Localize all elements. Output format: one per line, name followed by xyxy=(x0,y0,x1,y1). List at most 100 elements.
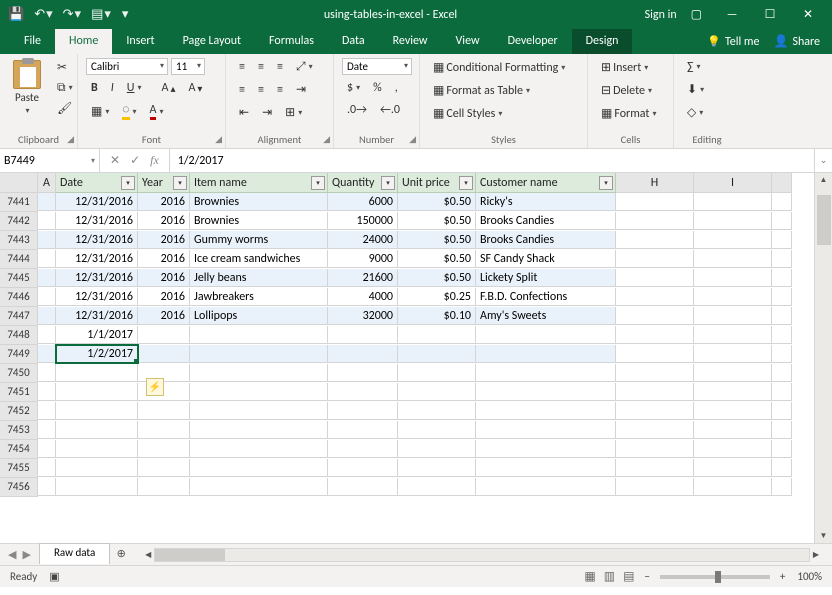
row-header[interactable]: 7448 xyxy=(0,326,38,345)
cell[interactable] xyxy=(694,269,772,287)
cell[interactable]: 12/31/2016 xyxy=(56,269,138,287)
cell[interactable]: 2016 xyxy=(138,212,190,230)
number-format-select[interactable]: Date xyxy=(342,58,412,75)
cell[interactable] xyxy=(476,326,616,344)
font-color-button[interactable]: A▾ xyxy=(145,101,169,122)
cell[interactable]: 2016 xyxy=(138,250,190,268)
cell[interactable] xyxy=(476,440,616,458)
increase-indent-button[interactable]: ⇥ xyxy=(257,103,277,122)
cell[interactable]: 150000 xyxy=(328,212,398,230)
cell[interactable] xyxy=(616,421,694,439)
cell[interactable] xyxy=(694,440,772,458)
row-header[interactable]: 7454 xyxy=(0,440,38,459)
scroll-right-icon[interactable]: ▶ xyxy=(809,549,823,561)
cell[interactable] xyxy=(616,440,694,458)
cell[interactable]: 9000 xyxy=(328,250,398,268)
tell-me-link[interactable]: Tell me xyxy=(707,35,759,49)
undo-button[interactable]: ↶▾ xyxy=(34,7,52,22)
cell[interactable] xyxy=(56,440,138,458)
cell[interactable] xyxy=(328,459,398,477)
cell[interactable] xyxy=(772,288,792,306)
col-header-f[interactable]: Unit price▾ xyxy=(398,173,476,193)
row-header[interactable]: 7447 xyxy=(0,307,38,326)
increase-decimal-button[interactable]: .0→ xyxy=(342,101,372,119)
cut-button[interactable]: ✂ xyxy=(52,58,78,77)
cell[interactable] xyxy=(476,421,616,439)
ribbon-display-options-icon[interactable]: ▢ xyxy=(691,7,702,22)
cell[interactable] xyxy=(616,269,694,287)
formula-input[interactable]: 1/2/2017 xyxy=(170,149,814,172)
row-header[interactable]: 7442 xyxy=(0,212,38,231)
row-header[interactable]: 7451 xyxy=(0,383,38,402)
cell[interactable] xyxy=(772,231,792,249)
cell[interactable] xyxy=(398,402,476,420)
cell[interactable] xyxy=(38,345,56,363)
cell[interactable]: 2016 xyxy=(138,193,190,211)
cell[interactable]: Amy's Sweets xyxy=(476,307,616,325)
underline-button[interactable]: U▾ xyxy=(122,79,147,97)
cell[interactable] xyxy=(616,193,694,211)
scroll-left-icon[interactable]: ◀ xyxy=(141,549,155,561)
cells-format-button[interactable]: ▦ Format▾ xyxy=(596,104,661,123)
cell[interactable] xyxy=(398,326,476,344)
cell[interactable] xyxy=(616,402,694,420)
row-header[interactable]: 7450 xyxy=(0,364,38,383)
cell[interactable]: Brooks Candies xyxy=(476,212,616,230)
cell[interactable] xyxy=(56,383,138,401)
cell[interactable]: $0.50 xyxy=(398,193,476,211)
cell[interactable] xyxy=(694,326,772,344)
cell[interactable] xyxy=(772,459,792,477)
cell[interactable] xyxy=(772,383,792,401)
cells-insert-button[interactable]: ⊞ Insert▾ xyxy=(596,58,661,77)
signin-link[interactable]: Sign in xyxy=(645,8,677,22)
cell[interactable] xyxy=(190,421,328,439)
new-sheet-button[interactable]: ⊕ xyxy=(110,544,132,565)
cell[interactable] xyxy=(616,364,694,382)
cell[interactable] xyxy=(190,364,328,382)
cell[interactable] xyxy=(328,440,398,458)
col-header-e[interactable]: Quantity▾ xyxy=(328,173,398,193)
format-as-table-button[interactable]: ▦ Format as Table▾ xyxy=(428,81,570,100)
cell[interactable] xyxy=(616,345,694,363)
font-dialog-icon[interactable]: ◢ xyxy=(215,134,222,145)
cell[interactable] xyxy=(398,478,476,496)
cell[interactable] xyxy=(38,212,56,230)
cell[interactable] xyxy=(694,364,772,382)
vertical-scrollbar[interactable]: ▲ ▼ xyxy=(814,173,832,543)
cell[interactable]: 12/31/2016 xyxy=(56,212,138,230)
cell[interactable] xyxy=(328,345,398,363)
cell[interactable]: 24000 xyxy=(328,231,398,249)
cell[interactable] xyxy=(616,478,694,496)
cell[interactable] xyxy=(190,383,328,401)
cell[interactable]: 2016 xyxy=(138,231,190,249)
row-header[interactable]: 7452 xyxy=(0,402,38,421)
cell[interactable] xyxy=(138,440,190,458)
zoom-in-button[interactable]: + xyxy=(780,570,785,583)
scroll-down-icon[interactable]: ▼ xyxy=(815,531,832,541)
copy-button[interactable]: ⧉▾ xyxy=(52,79,78,97)
cell[interactable] xyxy=(694,212,772,230)
autocorrect-options-icon[interactable]: ⚡ xyxy=(146,378,164,396)
row-header[interactable]: 7444 xyxy=(0,250,38,269)
cell[interactable] xyxy=(694,459,772,477)
cell[interactable] xyxy=(398,421,476,439)
cell[interactable] xyxy=(772,193,792,211)
cell[interactable] xyxy=(398,364,476,382)
cell[interactable] xyxy=(38,421,56,439)
cell[interactable] xyxy=(616,231,694,249)
tab-home[interactable]: Home xyxy=(55,29,112,54)
cell[interactable] xyxy=(694,402,772,420)
sheet-nav-next-icon[interactable]: ▶ xyxy=(22,548,30,561)
cell[interactable] xyxy=(694,478,772,496)
cell[interactable] xyxy=(694,231,772,249)
cell[interactable] xyxy=(38,326,56,344)
border-button[interactable]: ▦▾ xyxy=(86,102,114,121)
filter-icon[interactable]: ▾ xyxy=(381,176,395,190)
cell[interactable] xyxy=(616,212,694,230)
comma-button[interactable]: , xyxy=(390,79,403,97)
macro-record-icon[interactable]: ▣ xyxy=(49,570,59,583)
cell[interactable]: F.B.D. Confections xyxy=(476,288,616,306)
cell[interactable] xyxy=(190,402,328,420)
redo-button[interactable]: ↷▾ xyxy=(63,7,81,22)
cell[interactable]: 12/31/2016 xyxy=(56,193,138,211)
